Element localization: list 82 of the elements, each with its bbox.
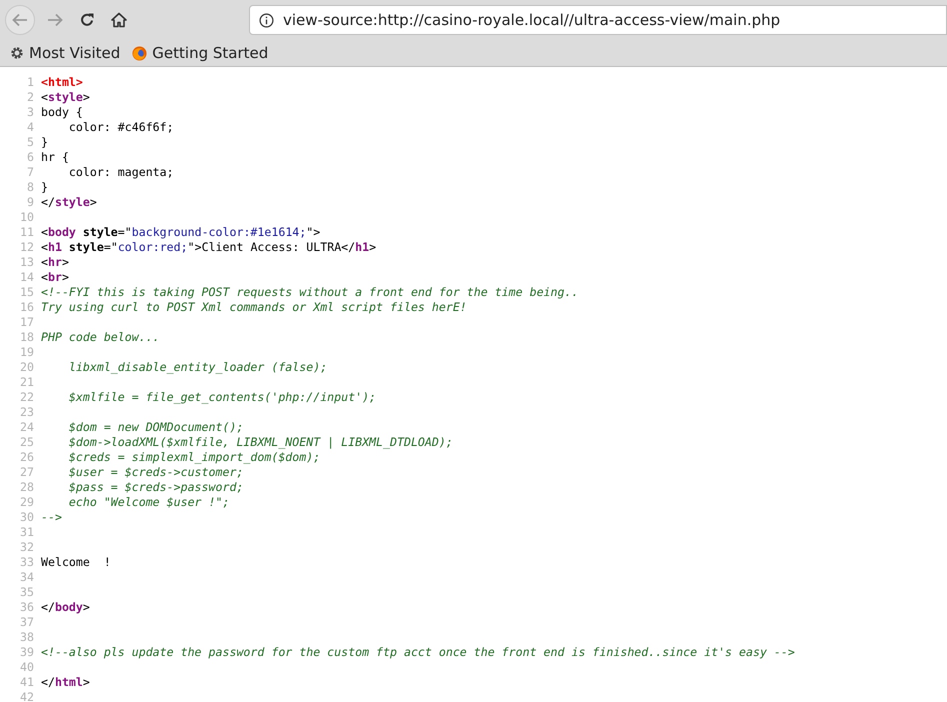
code-line: $creds = simplexml_import_dom($dom);: [68, 450, 320, 465]
line-number: 10: [19, 210, 34, 225]
line-number: 25: [19, 435, 34, 450]
code-line: <h1 style="color:red;">Client Access: ULTRA</h1>: [41, 240, 376, 255]
home-icon: [111, 12, 127, 28]
code-line: <hr>: [41, 255, 69, 270]
code-line: </style>: [41, 195, 97, 210]
line-number: 4: [26, 120, 34, 135]
line-number: 1: [26, 75, 34, 90]
address-bar[interactable]: view-source:http://casino-royale.local//ultra-access-view/main.php: [249, 5, 947, 35]
info-icon: [259, 12, 274, 28]
line-number: 5: [26, 135, 34, 150]
code-line: echo "Welcome $user !";: [68, 495, 230, 510]
code-line: $user = $creds->customer;: [68, 465, 244, 480]
code-line: <body style="background-color:#1e1614;">: [41, 225, 320, 240]
line-number: 39: [19, 645, 34, 660]
line-number: 19: [19, 345, 34, 360]
line-number: 22: [19, 390, 34, 405]
code-line: $dom = new DOMDocument();: [68, 420, 244, 435]
line-number: 42: [19, 690, 34, 702]
line-number: 28: [19, 480, 34, 495]
line-number: 16: [19, 300, 34, 315]
line-number: 9: [26, 195, 34, 210]
code-line: $pass = $creds->password;: [68, 480, 244, 495]
code-line: body {: [41, 105, 83, 120]
line-number: 17: [19, 315, 34, 330]
line-number: 8: [26, 180, 34, 195]
line-number: 36: [19, 600, 34, 615]
code-line: <style>: [41, 90, 90, 105]
bookmark-link[interactable]: Most Visited: [10, 42, 120, 64]
code-line: }: [41, 180, 48, 195]
bookmark-link[interactable]: Getting Started: [132, 42, 268, 64]
line-number: 3: [26, 105, 34, 120]
url-text: view-source:http://casino-royale.local//ultra-access-view/main.php: [283, 10, 780, 31]
line-number: 24: [19, 420, 34, 435]
code-line: color: #c46f6f;: [68, 120, 174, 135]
code-line: $dom->loadXML($xmlfile, LIBXML_NOENT | LIBXML_DTDLOAD);: [68, 435, 453, 450]
code-line: -->: [41, 510, 62, 525]
line-number: 33: [19, 555, 34, 570]
code-line: </body>: [41, 600, 90, 615]
code-line: PHP code below...: [41, 330, 160, 345]
line-number: 32: [19, 540, 34, 555]
code-line: <!--also pls update the password for the custom ftp acct once the front end is finished..since it's easy -->: [41, 645, 795, 660]
line-number: 20: [19, 360, 34, 375]
code-line: color: magenta;: [68, 165, 174, 180]
line-number: 27: [19, 465, 34, 480]
code-line: <!--FYI this is taking POST requests without a front end for the time being..: [41, 285, 578, 300]
code-line: <html>: [41, 75, 83, 90]
code-line: hr {: [41, 150, 69, 165]
browser-logo-icon: [132, 46, 148, 60]
back-arrow-icon: [12, 13, 28, 27]
line-number: 18: [19, 330, 34, 345]
line-number: 13: [19, 255, 34, 270]
line-number: 12: [19, 240, 34, 255]
code-line: <br>: [41, 270, 69, 285]
forward-arrow-icon: [47, 13, 63, 27]
line-number: 41: [19, 675, 34, 690]
line-number: 6: [26, 150, 34, 165]
line-number: 40: [19, 660, 34, 675]
line-number: 29: [19, 495, 34, 510]
code-line: $xmlfile = file_get_contents('php://input');: [68, 390, 376, 405]
line-number: 21: [19, 375, 34, 390]
code-line: Welcome !: [41, 555, 111, 570]
code-line: }: [41, 135, 48, 150]
line-number: 34: [19, 570, 34, 585]
line-number: 15: [19, 285, 34, 300]
line-number: 30: [19, 510, 34, 525]
code-line: Try using curl to POST Xml commands or Xml script files herE!: [41, 300, 467, 315]
reload-icon: [79, 12, 95, 28]
line-number: 35: [19, 585, 34, 600]
line-number: 14: [19, 270, 34, 285]
gear-icon: [10, 46, 24, 60]
line-number: 31: [19, 525, 34, 540]
line-number: 26: [19, 450, 34, 465]
line-number: 2: [26, 90, 34, 105]
line-number: 11: [19, 225, 34, 240]
line-number: 23: [19, 405, 34, 420]
line-number: 38: [19, 630, 34, 645]
line-number: 37: [19, 615, 34, 630]
line-number: 7: [26, 165, 34, 180]
code-line: </html>: [41, 675, 90, 690]
code-line: libxml_disable_entity_loader (false);: [68, 360, 328, 375]
